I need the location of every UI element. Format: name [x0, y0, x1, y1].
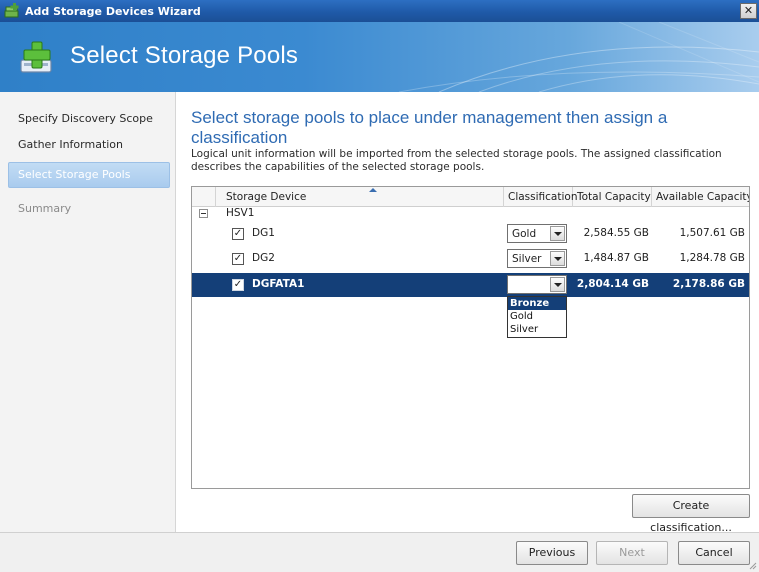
available-capacity: 1,284.78 GB: [679, 252, 745, 264]
available-capacity: 2,178.86 GB: [672, 278, 745, 290]
main-description: Logical unit information will be importe…: [191, 148, 722, 173]
column-header-classification[interactable]: Classification: [504, 187, 577, 207]
main-heading: Select storage pools to place under mana…: [191, 108, 668, 147]
storage-device-name: DGFATA1: [252, 278, 305, 290]
header-spacer: [192, 187, 216, 207]
classification-dropdown-list[interactable]: Bronze Gold Silver: [507, 296, 567, 338]
add-storage-icon: [18, 38, 58, 78]
row-checkbox[interactable]: ✓: [232, 253, 244, 265]
table-row[interactable]: ✓ DG2 Silver 1,484.87 GB 1,284.78 GB: [192, 248, 749, 270]
next-button: Next: [596, 541, 668, 565]
group-row: HSV1: [192, 207, 749, 220]
total-capacity: 2,584.55 GB: [583, 227, 649, 239]
storage-pools-grid[interactable]: Storage Device Classification Total Capa…: [191, 186, 750, 489]
nav-step-gather-information[interactable]: Gather Information: [8, 132, 170, 158]
classification-select[interactable]: Gold: [507, 224, 567, 243]
dropdown-option-bronze[interactable]: Bronze: [508, 297, 566, 310]
chevron-down-icon[interactable]: [550, 277, 565, 292]
nav-step-label: Select Storage Pools: [18, 168, 131, 181]
wizard-footer: Previous Next Cancel: [0, 532, 759, 572]
classification-select[interactable]: Silver: [507, 249, 567, 268]
nav-step-specify-discovery-scope[interactable]: Specify Discovery Scope: [8, 106, 170, 132]
previous-button[interactable]: Previous: [516, 541, 588, 565]
storage-device-name: DG2: [252, 252, 275, 264]
group-label: HSV1: [226, 207, 255, 219]
banner-decoration: [399, 22, 759, 92]
resize-grip-icon[interactable]: [747, 560, 757, 570]
column-header-total-capacity[interactable]: Total Capacity: [573, 187, 652, 207]
header-banner: Select Storage Pools: [0, 22, 759, 92]
nav-step-label: Gather Information: [18, 138, 124, 151]
chevron-down-icon[interactable]: [550, 251, 565, 266]
chevron-down-icon[interactable]: [550, 226, 565, 241]
dropdown-option-gold[interactable]: Gold: [508, 310, 566, 323]
title-bar: Add Storage Devices Wizard ✕: [0, 0, 759, 22]
storage-device-name: DG1: [252, 227, 275, 239]
collapse-icon[interactable]: [199, 209, 208, 218]
classification-select[interactable]: [507, 275, 567, 294]
row-checkbox[interactable]: ✓: [232, 228, 244, 240]
window-title: Add Storage Devices Wizard: [25, 4, 201, 18]
page-title: Select Storage Pools: [70, 42, 299, 69]
table-row[interactable]: ✓ DG1 Gold 2,584.55 GB 1,507.61 GB: [192, 223, 749, 245]
wizard-steps-nav: Specify Discovery Scope Gather Informati…: [0, 92, 176, 532]
close-icon: ✕: [743, 4, 754, 17]
close-button[interactable]: ✕: [740, 3, 757, 19]
create-classification-button[interactable]: Create classification...: [632, 494, 750, 534]
nav-step-label: Specify Discovery Scope: [18, 112, 153, 125]
column-header-storage-device[interactable]: Storage Device: [216, 187, 504, 207]
grid-header: Storage Device Classification Total Capa…: [192, 187, 749, 207]
nav-step-summary: Summary: [8, 196, 170, 222]
classification-value: Silver: [512, 253, 542, 265]
dropdown-option-silver[interactable]: Silver: [508, 323, 566, 336]
row-checkbox[interactable]: ✓: [232, 279, 244, 291]
nav-step-select-storage-pools[interactable]: Select Storage Pools: [8, 162, 170, 188]
sort-ascending-icon: [369, 188, 377, 192]
total-capacity: 2,804.14 GB: [576, 278, 649, 290]
column-header-available-capacity[interactable]: Available Capacity: [652, 187, 749, 207]
nav-step-label: Summary: [18, 202, 72, 215]
available-capacity: 1,507.61 GB: [679, 227, 745, 239]
table-row-selected[interactable]: ✓ DGFATA1 2,804.14 GB 2,178.86 GB: [192, 273, 749, 297]
classification-value: Gold: [512, 228, 537, 240]
total-capacity: 1,484.87 GB: [583, 252, 649, 264]
cancel-button[interactable]: Cancel: [678, 541, 750, 565]
storage-devices-icon: [4, 3, 20, 19]
